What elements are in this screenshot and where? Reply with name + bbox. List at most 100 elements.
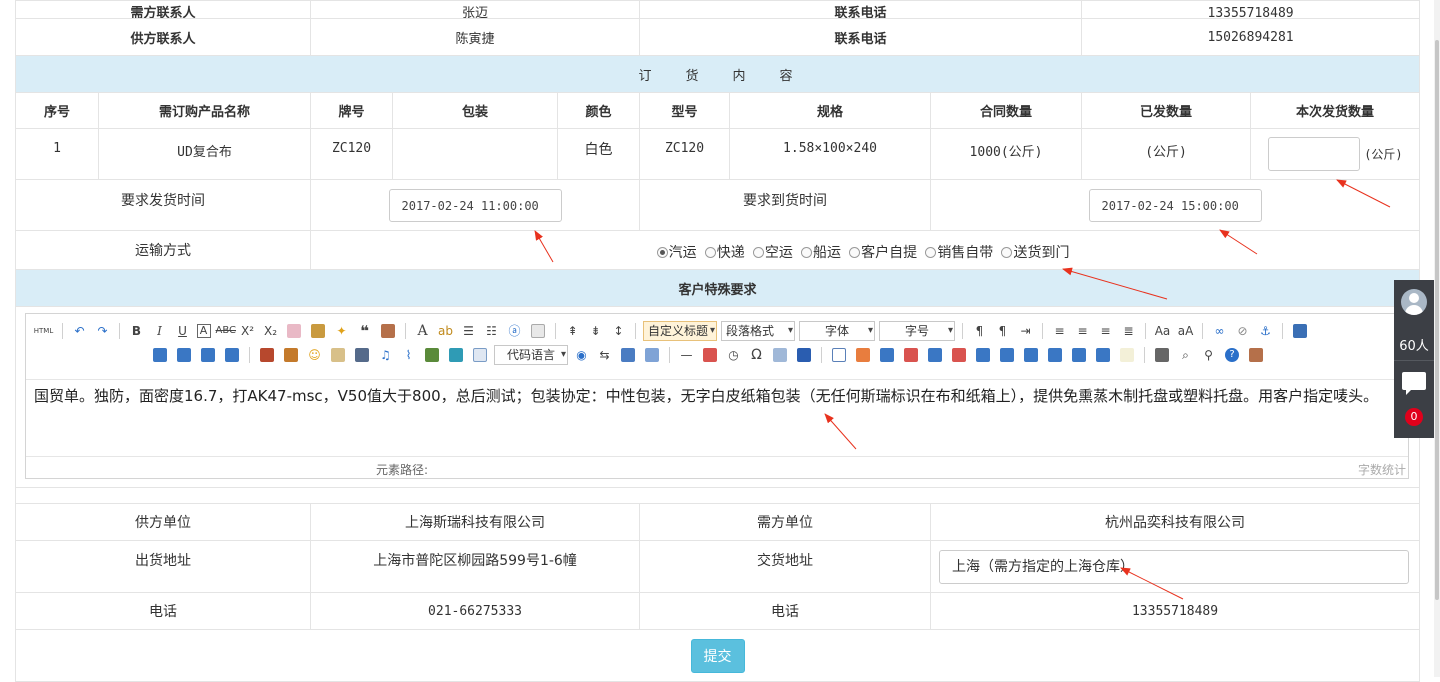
custom-title-select[interactable]: 自定义标题 (643, 321, 717, 341)
image-none-icon[interactable] (153, 348, 167, 362)
wordimage-icon[interactable] (773, 348, 787, 362)
horizontal-rule-icon[interactable]: — (678, 346, 696, 364)
row-spacing-top-icon[interactable]: ⇞ (564, 322, 582, 340)
transport-option-pickup[interactable]: 客户自提 (849, 245, 917, 261)
print-icon[interactable] (1155, 348, 1169, 362)
radio-express[interactable] (704, 247, 716, 258)
transport-option-door[interactable]: 送货到门 (1001, 245, 1069, 261)
image-center-icon[interactable] (225, 348, 239, 362)
insert-table-icon[interactable] (832, 348, 846, 362)
superscript-icon[interactable]: X² (239, 322, 257, 340)
magic-wand-icon[interactable]: ✦ (333, 322, 351, 340)
transport-option-ship[interactable]: 船运 (801, 245, 841, 261)
arrive-time-input[interactable]: 2017-02-24 15:00:00 (1088, 188, 1262, 222)
unordered-list-icon[interactable]: ☷ (483, 322, 501, 340)
line-height-icon[interactable]: ↕ (610, 322, 628, 340)
online-service-widget[interactable]: 60人 0 (1394, 280, 1434, 438)
font-border-icon[interactable]: A (196, 324, 211, 338)
background-icon[interactable] (645, 348, 659, 362)
transport-option-air[interactable]: 空运 (752, 245, 793, 261)
attachment-icon[interactable]: ⌇ (400, 346, 418, 364)
subscript-icon[interactable]: X₂ (262, 322, 280, 340)
align-justify-icon[interactable]: ≣ (1120, 322, 1138, 340)
transport-option-express[interactable]: 快递 (704, 245, 745, 261)
help-icon[interactable]: ? (1225, 348, 1239, 362)
insert-image-icon[interactable] (284, 348, 298, 362)
insert-frame-icon[interactable] (473, 348, 487, 362)
align-left-icon[interactable]: ≡ (1051, 322, 1069, 340)
eraser-icon[interactable] (287, 324, 301, 338)
paragraph-format-select[interactable]: 段落格式 (721, 321, 795, 341)
delete-col-icon[interactable] (952, 348, 966, 362)
radio-car[interactable] (656, 247, 668, 258)
bold-icon[interactable]: B (128, 322, 146, 340)
deliver-address-input[interactable]: 上海（需方指定的上海仓库） (939, 549, 1410, 584)
font-size-select[interactable]: 字号 (879, 321, 955, 341)
page-break-icon[interactable]: ⇆ (596, 346, 614, 364)
insert-row-icon[interactable] (880, 348, 894, 362)
delete-table-icon[interactable] (856, 348, 870, 362)
clear-format-icon[interactable] (1120, 348, 1134, 362)
indent-icon[interactable]: ⇥ (1017, 322, 1035, 340)
delete-row-icon[interactable] (904, 348, 918, 362)
template-icon[interactable] (621, 348, 635, 362)
image-right-icon[interactable] (201, 348, 215, 362)
select-all-icon[interactable]: ⓐ (506, 322, 524, 340)
music-icon[interactable]: ♫ (377, 346, 395, 364)
ordered-list-icon[interactable]: ☰ (460, 322, 478, 340)
scrollbar-thumb[interactable] (1435, 40, 1439, 600)
word-icon[interactable] (797, 348, 811, 362)
undo-icon[interactable]: ↶ (71, 322, 89, 340)
submit-button[interactable]: 提交 (690, 638, 745, 673)
lowercase-icon[interactable]: aA (1177, 322, 1195, 340)
strikethrough-icon[interactable]: ABC (216, 322, 237, 340)
date-icon[interactable] (703, 348, 717, 362)
time-icon[interactable]: ◷ (725, 346, 743, 364)
anchor-icon[interactable]: ⚓ (1257, 322, 1275, 340)
image-left-icon[interactable] (177, 348, 191, 362)
image-float-icon[interactable] (1293, 324, 1307, 338)
uppercase-icon[interactable]: Aa (1154, 322, 1172, 340)
map-icon[interactable] (425, 348, 439, 362)
web-app-icon[interactable]: ◉ (573, 346, 591, 364)
user-avatar-icon[interactable] (1401, 289, 1427, 315)
emotion-icon[interactable]: ☺ (306, 346, 324, 364)
special-chars-icon[interactable]: Ω (748, 346, 766, 364)
transport-option-car[interactable]: 汽运 (656, 245, 697, 261)
font-color-icon[interactable]: A (414, 322, 432, 340)
split-cells-icon[interactable] (1048, 348, 1062, 362)
redo-icon[interactable]: ↷ (94, 322, 112, 340)
font-family-select[interactable]: 字体 (799, 321, 875, 341)
ship-time-input[interactable]: 2017-02-24 11:00:00 (388, 188, 562, 222)
chat-bubble-icon[interactable] (1402, 372, 1426, 395)
merge-down-icon[interactable] (1024, 348, 1038, 362)
code-language-select[interactable]: 代码语言 (494, 345, 568, 365)
merge-cells-icon[interactable] (976, 348, 990, 362)
rtl-icon[interactable]: ¶ (994, 322, 1012, 340)
ltr-icon[interactable]: ¶ (971, 322, 989, 340)
gmap-icon[interactable] (449, 348, 463, 362)
preview-icon[interactable]: ⌕ (1177, 346, 1195, 364)
radio-air[interactable] (752, 247, 764, 258)
align-right-icon[interactable]: ≡ (1097, 322, 1115, 340)
italic-icon[interactable]: I (151, 322, 169, 340)
radio-ship[interactable] (801, 247, 813, 258)
blockquote-icon[interactable]: ❝ (356, 322, 374, 340)
merge-right-icon[interactable] (1000, 348, 1014, 362)
insert-video-icon[interactable] (355, 348, 369, 362)
paste-plain-icon[interactable] (381, 324, 395, 338)
unlink-icon[interactable]: ⊘ (1234, 322, 1252, 340)
background-color-icon[interactable]: ab (437, 322, 455, 340)
radio-pickup[interactable] (849, 247, 861, 258)
split-cols-icon[interactable] (1096, 348, 1110, 362)
html-source-icon[interactable]: HTML (33, 322, 55, 340)
transport-option-sales[interactable]: 销售自带 (925, 245, 993, 261)
format-brush-icon[interactable] (311, 324, 325, 338)
row-spacing-bottom-icon[interactable]: ⇟ (587, 322, 605, 340)
align-center-icon[interactable]: ≡ (1074, 322, 1092, 340)
split-rows-icon[interactable] (1072, 348, 1086, 362)
drafts-icon[interactable] (1249, 348, 1263, 362)
search-replace-icon[interactable]: ⚲ (1200, 346, 1218, 364)
radio-sales[interactable] (925, 247, 937, 258)
radio-door[interactable] (1001, 247, 1013, 258)
